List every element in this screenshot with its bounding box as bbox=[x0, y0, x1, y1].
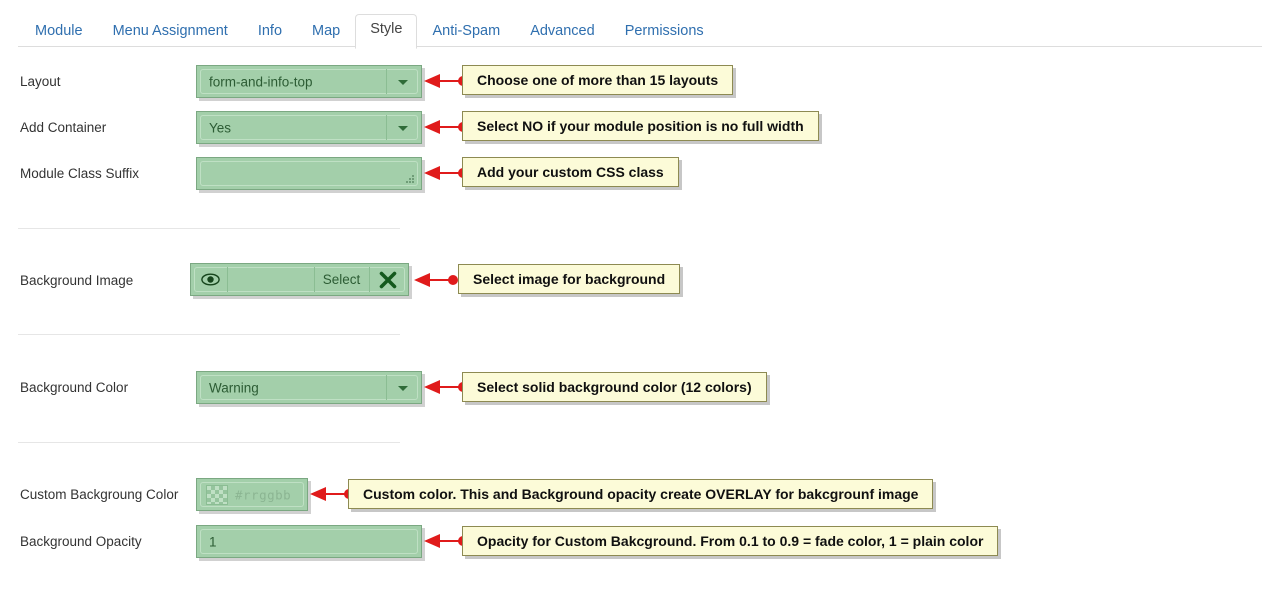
select-image-button[interactable]: Select bbox=[314, 267, 368, 292]
label-background-color: Background Color bbox=[20, 380, 129, 395]
label-background-opacity: Background Opacity bbox=[20, 534, 142, 549]
pointer-background-image bbox=[414, 271, 458, 289]
chevron-down-icon bbox=[397, 125, 408, 131]
callout-background-opacity: Opacity for Custom Bakcground. From 0.1 … bbox=[462, 526, 999, 556]
callout-add-container: Select NO if your module position is no … bbox=[462, 111, 819, 141]
background-color-select-value: Warning bbox=[209, 380, 259, 395]
label-add-container: Add Container bbox=[20, 120, 107, 135]
callout-custom-background-color: Custom color. This and Background opacit… bbox=[348, 479, 934, 509]
label-background-image: Background Image bbox=[20, 273, 134, 288]
color-swatch-icon[interactable] bbox=[206, 484, 228, 505]
background-image-field[interactable]: Select bbox=[190, 263, 409, 296]
field-inner-border bbox=[200, 161, 418, 186]
arrow-stem bbox=[428, 279, 450, 281]
section-divider bbox=[18, 228, 400, 229]
custom-background-color-placeholder: #rrggbb bbox=[235, 487, 292, 502]
arrow-stem bbox=[438, 386, 460, 388]
clear-x-icon bbox=[379, 271, 396, 288]
tab-style[interactable]: Style bbox=[355, 14, 418, 49]
eye-icon bbox=[201, 273, 220, 286]
chevron-down-icon bbox=[397, 79, 408, 85]
tab-module[interactable]: Module bbox=[20, 16, 98, 49]
tab-permissions[interactable]: Permissions bbox=[610, 16, 719, 49]
tab-map[interactable]: Map bbox=[297, 16, 355, 49]
arrow-stem bbox=[438, 126, 460, 128]
resize-grip-icon[interactable] bbox=[406, 175, 416, 185]
field-inner-border bbox=[200, 529, 418, 554]
background-opacity-input[interactable]: 1 bbox=[196, 525, 422, 558]
add-container-select-arrow-box[interactable] bbox=[386, 115, 418, 140]
chevron-down-icon bbox=[397, 385, 408, 391]
tab-advanced[interactable]: Advanced bbox=[515, 16, 610, 49]
background-color-select[interactable]: Warning bbox=[196, 371, 422, 404]
tab-anti-spam[interactable]: Anti-Spam bbox=[417, 16, 515, 49]
add-container-select-value: Yes bbox=[209, 120, 232, 135]
style-settings-panel: Module Menu Assignment Info Map Style An… bbox=[0, 0, 1280, 590]
layout-select-value: form-and-info-top bbox=[209, 74, 313, 89]
tab-bar: Module Menu Assignment Info Map Style An… bbox=[0, 0, 1280, 49]
tab-bar-underline bbox=[18, 46, 1262, 47]
arrow-stem bbox=[438, 172, 460, 174]
section-divider bbox=[18, 334, 400, 335]
callout-background-color: Select solid background color (12 colors… bbox=[462, 372, 767, 402]
layout-select-arrow-box[interactable] bbox=[386, 69, 418, 94]
background-opacity-value: 1 bbox=[209, 534, 217, 549]
arrow-stem bbox=[438, 540, 460, 542]
callout-background-image: Select image for background bbox=[458, 264, 681, 294]
label-custom-background-color: Custom Backgroung Color bbox=[20, 487, 179, 502]
module-class-suffix-textarea[interactable] bbox=[196, 157, 422, 190]
tab-info[interactable]: Info bbox=[243, 16, 297, 49]
layout-select[interactable]: form-and-info-top bbox=[196, 65, 422, 98]
arrow-dot-icon bbox=[448, 275, 458, 285]
arrow-stem bbox=[324, 493, 346, 495]
tab-menu-assignment[interactable]: Menu Assignment bbox=[98, 16, 243, 49]
add-container-select[interactable]: Yes bbox=[196, 111, 422, 144]
label-layout: Layout bbox=[20, 74, 61, 89]
arrow-stem bbox=[438, 80, 460, 82]
tab-list: Module Menu Assignment Info Map Style An… bbox=[20, 14, 719, 49]
background-color-select-arrow-box[interactable] bbox=[386, 375, 418, 400]
section-divider bbox=[18, 442, 400, 443]
clear-image-button[interactable] bbox=[369, 267, 405, 292]
preview-image-button[interactable] bbox=[194, 267, 228, 292]
custom-background-color-input[interactable]: #rrggbb bbox=[196, 478, 308, 511]
callout-layout: Choose one of more than 15 layouts bbox=[462, 65, 734, 95]
label-module-class-suffix: Module Class Suffix bbox=[20, 166, 140, 181]
callout-module-class-suffix: Add your custom CSS class bbox=[462, 157, 679, 187]
